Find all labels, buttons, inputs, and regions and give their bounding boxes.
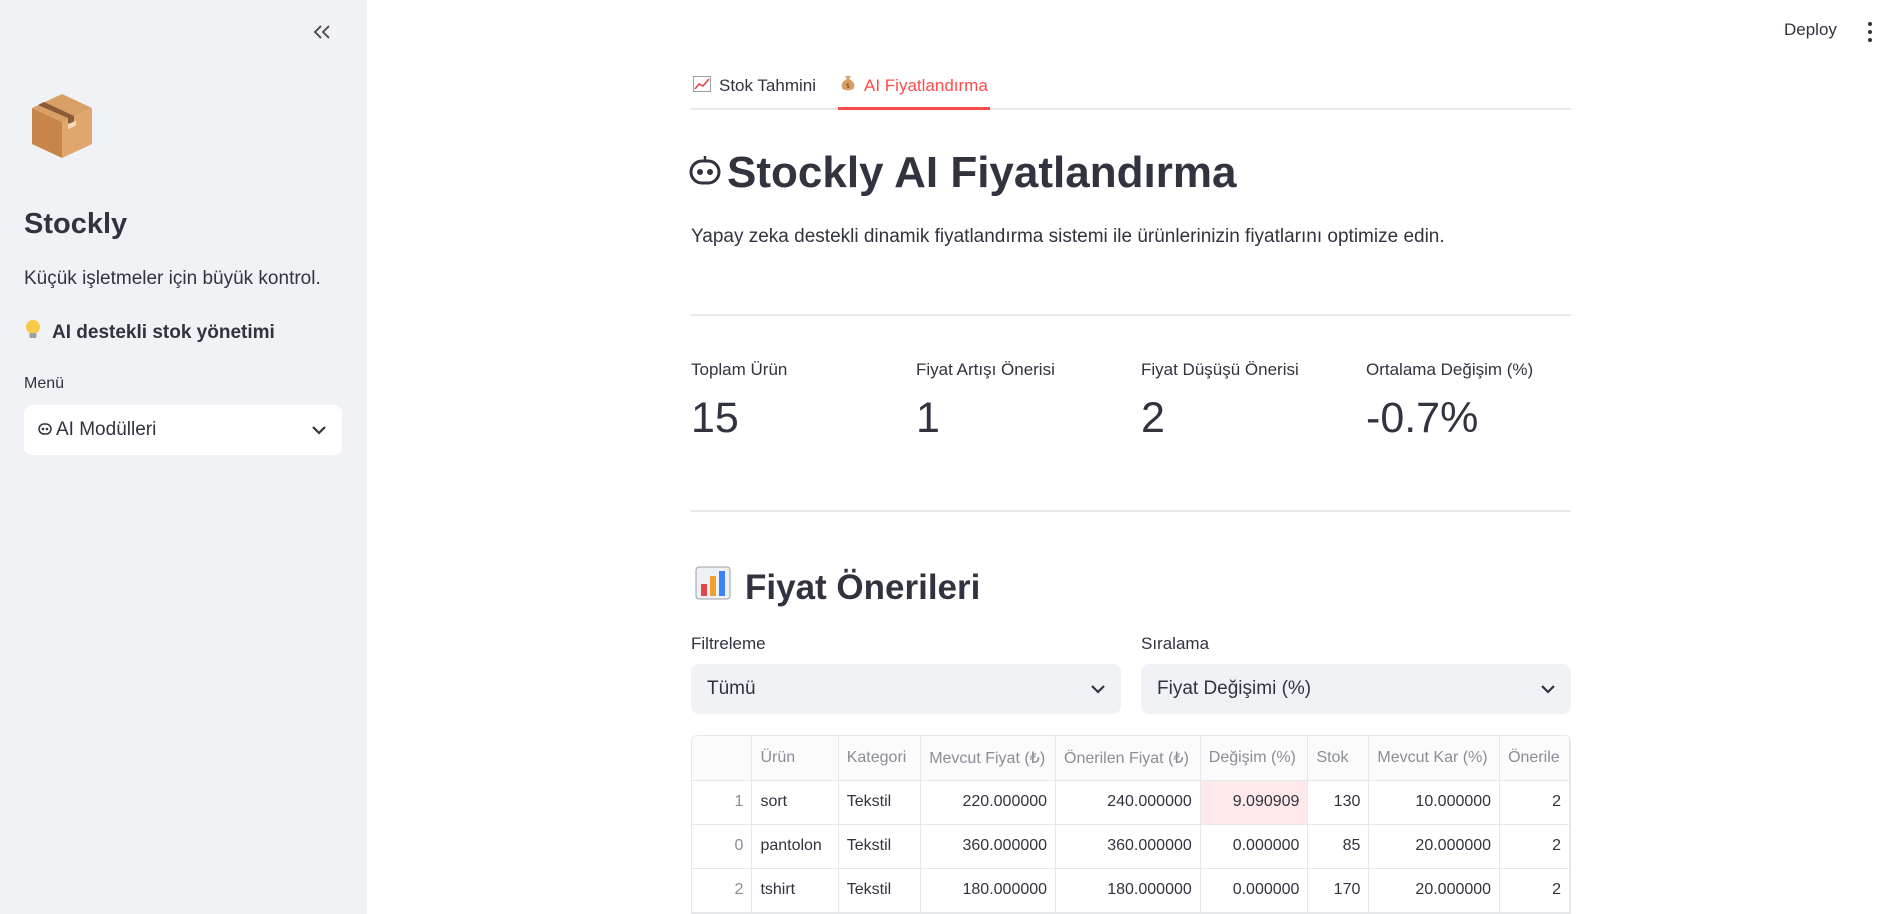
table-cell[interactable]: 240.000000 [1055,780,1201,825]
table-cell[interactable]: 360.000000 [920,824,1057,869]
table-cell[interactable]: 1 [692,780,753,825]
table-cell[interactable]: 180.000000 [1055,868,1201,913]
sort-select[interactable]: Fiyat Değişimi (%) [1141,664,1571,714]
tab-ai-fiyatlandirma[interactable]: $ AI Fiyatlandırma [838,64,990,110]
robot-icon [38,419,52,441]
metric-label: Fiyat Artışı Önerisi [916,360,1055,379]
chevron-down-icon [1541,684,1555,694]
page-subtitle: Yapay zeka destekli dinamik fiyatlandırm… [691,226,1445,247]
page-title: Stockly AI Fiyatlandırma [689,148,1236,198]
table-cell[interactable]: 220.000000 [920,780,1057,825]
table-cell[interactable]: 2 [1499,780,1570,825]
table-header-row: Ürün Kategori Mevcut Fiyat (₺) Önerilen … [692,736,1570,781]
sort-label: Sıralama [1141,634,1210,653]
table-cell[interactable]: tshirt [751,868,839,913]
column-header[interactable]: Mevcut Kar (%) [1368,736,1501,781]
metric-label: Fiyat Düşüşü Önerisi [1141,360,1299,379]
menu-label: Menü [24,375,65,392]
metric-average-change: Ortalama Değişim (%) -0.7% [1366,360,1586,443]
deploy-button[interactable]: Deploy [1784,20,1837,40]
table-cell[interactable]: 20.000000 [1368,824,1501,869]
double-chevron-left-icon [313,25,330,39]
table-cell[interactable]: Tekstil [838,868,922,913]
sort-select-value: Fiyat Değişimi (%) [1157,678,1312,699]
column-header[interactable]: Değişim (%) [1200,736,1309,781]
filter-select-value: Tümü [707,678,756,699]
tab-bar: Stok Tahmini $ AI Fiyatlandırma [691,64,1571,110]
table-cell[interactable]: Tekstil [838,780,922,825]
table-cell[interactable]: 0.000000 [1200,868,1309,913]
lightbulb-icon [24,319,42,347]
brand-tagline: Küçük işletmeler için büyük kontrol. [24,268,321,289]
filter-select[interactable]: Tümü [691,664,1121,714]
table-cell[interactable]: 2 [692,868,753,913]
table-row: 0 pantolon Tekstil 360.000000 360.000000… [692,824,1570,869]
divider [691,314,1571,316]
metric-total-products: Toplam Ürün 15 [691,360,911,443]
bar-chart-icon [695,566,731,609]
tab-label: Stok Tahmini [719,76,817,95]
metric-price-increase: Fiyat Artışı Önerisi 1 [916,360,1136,443]
table-cell[interactable]: 20.000000 [1368,868,1501,913]
table-cell[interactable]: 360.000000 [1055,824,1201,869]
column-header[interactable]: Ürün [751,736,839,781]
section-title-text: Fiyat Önerileri [745,567,981,607]
page-title-text: Stockly AI Fiyatlandırma [727,148,1237,197]
column-header[interactable]: Stok [1307,736,1370,781]
table-cell[interactable]: 10.000000 [1368,780,1501,825]
metric-price-decrease: Fiyat Düşüşü Önerisi 2 [1141,360,1361,443]
chart-increasing-icon [693,75,711,97]
robot-icon [689,148,721,198]
section-title: Fiyat Önerileri [695,566,980,609]
price-suggestions-table[interactable]: Ürün Kategori Mevcut Fiyat (₺) Önerilen … [691,735,1571,914]
table-cell[interactable]: 130 [1307,780,1370,825]
table-row: 2 tshirt Tekstil 180.000000 180.000000 0… [692,868,1570,913]
menu-select-value: AI Modülleri [56,419,157,440]
column-header[interactable]: Önerilen Fiyat (₺) [1055,736,1201,781]
column-header[interactable]: Mevcut Fiyat (₺) [920,736,1057,781]
table-cell[interactable]: 0.000000 [1200,824,1309,869]
metric-value: -0.7% [1366,394,1479,442]
sidebar: Stockly Küçük işletmeler için büyük kont… [0,0,367,914]
metric-label: Ortalama Değişim (%) [1366,360,1534,379]
table-cell[interactable]: 2 [1499,868,1570,913]
tab-stok-tahmini[interactable]: Stok Tahmini [691,64,818,108]
column-header[interactable]: Önerile [1499,736,1570,781]
money-bag-icon: $ [840,74,856,97]
filter-label: Filtreleme [691,634,766,653]
collapse-sidebar-button[interactable] [308,18,336,46]
metric-label: Toplam Ürün [691,360,788,379]
table-cell[interactable]: 2 [1499,824,1570,869]
ai-feature-line: AI destekli stok yönetimi [24,319,275,347]
table-cell[interactable]: 170 [1307,868,1370,913]
ai-feature-label: AI destekli stok yönetimi [52,322,275,343]
menu-select[interactable]: AI Modülleri [24,405,342,455]
tab-label: AI Fiyatlandırma [864,75,988,95]
svg-text:$: $ [846,82,850,90]
table-cell[interactable]: pantolon [751,824,839,869]
column-header[interactable]: Kategori [838,736,922,781]
metric-value: 15 [691,394,739,442]
table-cell[interactable]: 85 [1307,824,1370,869]
table-cell[interactable]: 180.000000 [920,868,1057,913]
table-cell[interactable]: sort [751,780,839,825]
divider [691,510,1571,512]
package-logo-icon [30,92,94,160]
table-cell-highlighted[interactable]: 9.090909 [1200,780,1309,825]
metric-value: 2 [1141,394,1165,442]
metric-value: 1 [916,394,940,442]
column-header-index[interactable] [692,736,753,781]
main-menu-kebab-icon[interactable] [1862,18,1878,46]
brand-title: Stockly [24,208,128,240]
chevron-down-icon [1091,684,1105,694]
table-row: 1 sort Tekstil 220.000000 240.000000 9.0… [692,780,1570,825]
table-cell[interactable]: 0 [692,824,753,869]
chevron-down-icon [312,425,326,435]
table-cell[interactable]: Tekstil [838,824,922,869]
